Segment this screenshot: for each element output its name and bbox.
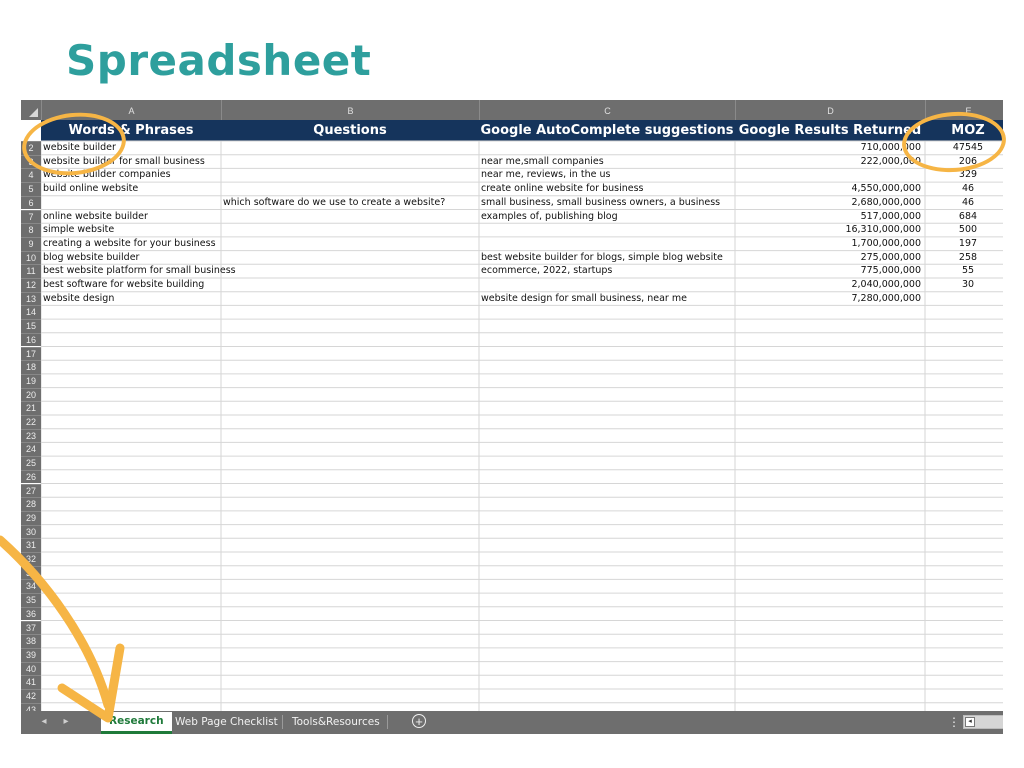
horizontal-scrollbar[interactable]: ◂ xyxy=(963,715,1003,729)
tab-separator xyxy=(387,715,388,729)
cell-questions[interactable] xyxy=(221,278,479,292)
cell-words-phrases[interactable]: website design xyxy=(41,292,221,306)
row-number[interactable]: 24 xyxy=(21,442,41,457)
row-number[interactable]: 6 xyxy=(21,195,41,210)
sheet-tab-bar: ◂ ▸ Research Web Page Checklist Tools&Re… xyxy=(21,711,1003,734)
cell-words-phrases[interactable]: simple website xyxy=(41,223,221,237)
cell-results-returned[interactable] xyxy=(735,168,925,182)
cell-autocomplete[interactable] xyxy=(479,141,735,155)
cell-words-phrases[interactable] xyxy=(41,196,221,210)
cell-questions[interactable] xyxy=(221,237,479,251)
row-number[interactable]: 25 xyxy=(21,456,41,470)
cell-results-returned[interactable]: 7,280,000,000 xyxy=(735,292,925,306)
more-options-icon[interactable]: ⋮ xyxy=(948,715,960,729)
row-number[interactable]: 5 xyxy=(21,182,41,196)
row-number[interactable]: 10 xyxy=(21,250,41,265)
cell-moz[interactable]: 55 xyxy=(925,264,1003,278)
row-number[interactable]: 7 xyxy=(21,209,41,224)
row-number[interactable]: 21 xyxy=(21,401,41,415)
cell-results-returned[interactable]: 275,000,000 xyxy=(735,251,925,265)
cell-autocomplete[interactable]: website design for small business, near … xyxy=(479,292,735,306)
tab-web-page-checklist[interactable]: Web Page Checklist xyxy=(167,713,286,732)
cell-autocomplete[interactable]: near me,small companies xyxy=(479,155,735,169)
row-number[interactable]: 16 xyxy=(21,332,41,347)
cell-questions[interactable] xyxy=(221,210,479,224)
cell-words-phrases[interactable]: build online website xyxy=(41,182,221,196)
cell-moz[interactable] xyxy=(925,292,1003,306)
row-number[interactable]: 28 xyxy=(21,497,41,511)
cell-results-returned[interactable]: 517,000,000 xyxy=(735,210,925,224)
cell-questions[interactable] xyxy=(221,251,479,265)
row-number[interactable]: 18 xyxy=(21,360,41,374)
cell-moz[interactable]: 684 xyxy=(925,210,1003,224)
cell-questions[interactable] xyxy=(221,292,479,306)
scroll-left-icon[interactable]: ◂ xyxy=(965,717,975,727)
cell-results-returned[interactable]: 222,000,000 xyxy=(735,155,925,169)
cell-questions[interactable] xyxy=(221,264,479,278)
tab-tools-resources[interactable]: Tools&Resources xyxy=(284,713,388,732)
slide-title: Spreadsheet xyxy=(66,36,372,85)
annotation-arrow-icon xyxy=(0,535,125,723)
row-number[interactable]: 27 xyxy=(21,483,41,498)
cell-moz[interactable]: 46 xyxy=(925,196,1003,210)
row-number[interactable]: 19 xyxy=(21,373,41,388)
plus-circle-icon[interactable]: + xyxy=(412,714,426,728)
cell-results-returned[interactable]: 775,000,000 xyxy=(735,264,925,278)
cell-questions[interactable] xyxy=(221,223,479,237)
cell-autocomplete[interactable] xyxy=(479,278,735,292)
cell-words-phrases[interactable]: online website builder xyxy=(41,210,221,224)
cell-autocomplete[interactable] xyxy=(479,237,735,251)
cell-words-phrases[interactable]: best software for website building xyxy=(41,278,221,292)
cell-questions[interactable] xyxy=(221,141,479,155)
select-all-corner[interactable] xyxy=(21,100,41,120)
cell-words-phrases[interactable]: best website platform for small business xyxy=(41,264,236,278)
row-number[interactable]: 20 xyxy=(21,387,41,402)
cell-questions[interactable] xyxy=(221,182,479,196)
cell-autocomplete[interactable]: small business, small business owners, a… xyxy=(479,196,735,210)
cell-results-returned[interactable]: 710,000,000 xyxy=(735,141,925,155)
cell-questions[interactable] xyxy=(221,168,479,182)
cell-moz[interactable]: 258 xyxy=(925,251,1003,265)
row-number[interactable]: 23 xyxy=(21,428,41,443)
cell-moz[interactable]: 46 xyxy=(925,182,1003,196)
row-number[interactable]: 4 xyxy=(21,168,41,183)
cell-words-phrases[interactable]: creating a website for your business xyxy=(41,237,221,251)
column-header-b[interactable]: B xyxy=(221,100,479,120)
cell-results-returned[interactable]: 2,040,000,000 xyxy=(735,278,925,292)
row-number[interactable]: 26 xyxy=(21,469,41,484)
cell-questions[interactable] xyxy=(221,155,479,169)
cell-results-returned[interactable]: 4,550,000,000 xyxy=(735,182,925,196)
spreadsheet-window: A B C D E Words & Phrases Questions Goog… xyxy=(21,100,1003,738)
cell-autocomplete[interactable] xyxy=(479,223,735,237)
cell-results-returned[interactable]: 2,680,000,000 xyxy=(735,196,925,210)
row-number[interactable]: 13 xyxy=(21,291,41,306)
cell-autocomplete[interactable]: examples of, publishing blog xyxy=(479,210,735,224)
cell-autocomplete[interactable]: create online website for business xyxy=(479,182,735,196)
cell-moz[interactable]: 197 xyxy=(925,237,1003,251)
row-number[interactable]: 15 xyxy=(21,319,41,333)
column-header-d[interactable]: D xyxy=(735,100,925,120)
cell-moz[interactable]: 30 xyxy=(925,278,1003,292)
column-header-c[interactable]: C xyxy=(479,100,735,120)
cell-results-returned[interactable]: 1,700,000,000 xyxy=(735,237,925,251)
cell-words-phrases[interactable]: blog website builder xyxy=(41,251,221,265)
row-number[interactable]: 14 xyxy=(21,305,41,320)
cell-autocomplete[interactable]: best website builder for blogs, simple b… xyxy=(479,251,735,265)
row-number[interactable]: 8 xyxy=(21,223,41,237)
cell-autocomplete[interactable]: ecommerce, 2022, startups xyxy=(479,264,735,278)
row-number[interactable]: 22 xyxy=(21,415,41,429)
cell-autocomplete[interactable]: near me, reviews, in the us xyxy=(479,168,735,182)
tab-separator xyxy=(282,715,283,729)
row-number[interactable]: 17 xyxy=(21,346,41,361)
row-number[interactable]: 12 xyxy=(21,278,41,292)
cell-questions[interactable]: which software do we use to create a web… xyxy=(221,196,479,210)
row-number[interactable]: 9 xyxy=(21,236,41,251)
cell-results-returned[interactable]: 16,310,000,000 xyxy=(735,223,925,237)
row-number[interactable]: 11 xyxy=(21,264,41,278)
cell-moz[interactable]: 500 xyxy=(925,223,1003,237)
